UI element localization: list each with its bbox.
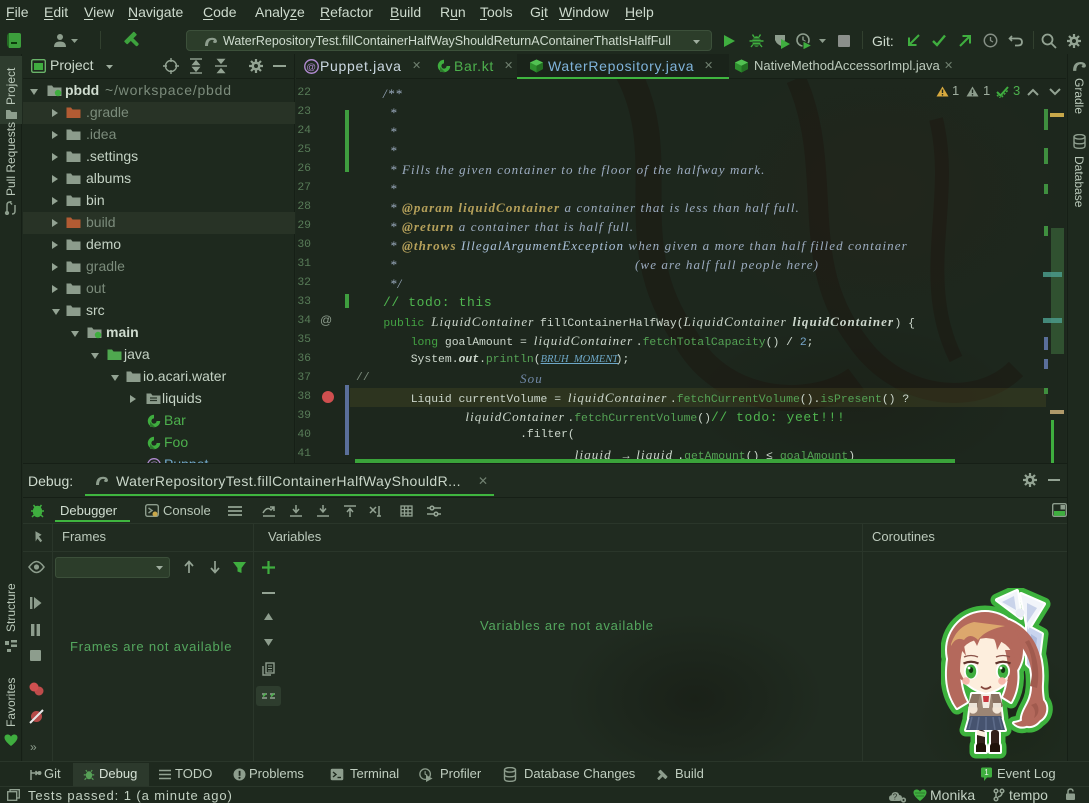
svg-text:@: @ bbox=[306, 62, 317, 73]
svg-text:1: 1 bbox=[984, 768, 989, 777]
svg-text:?: ? bbox=[893, 793, 898, 802]
